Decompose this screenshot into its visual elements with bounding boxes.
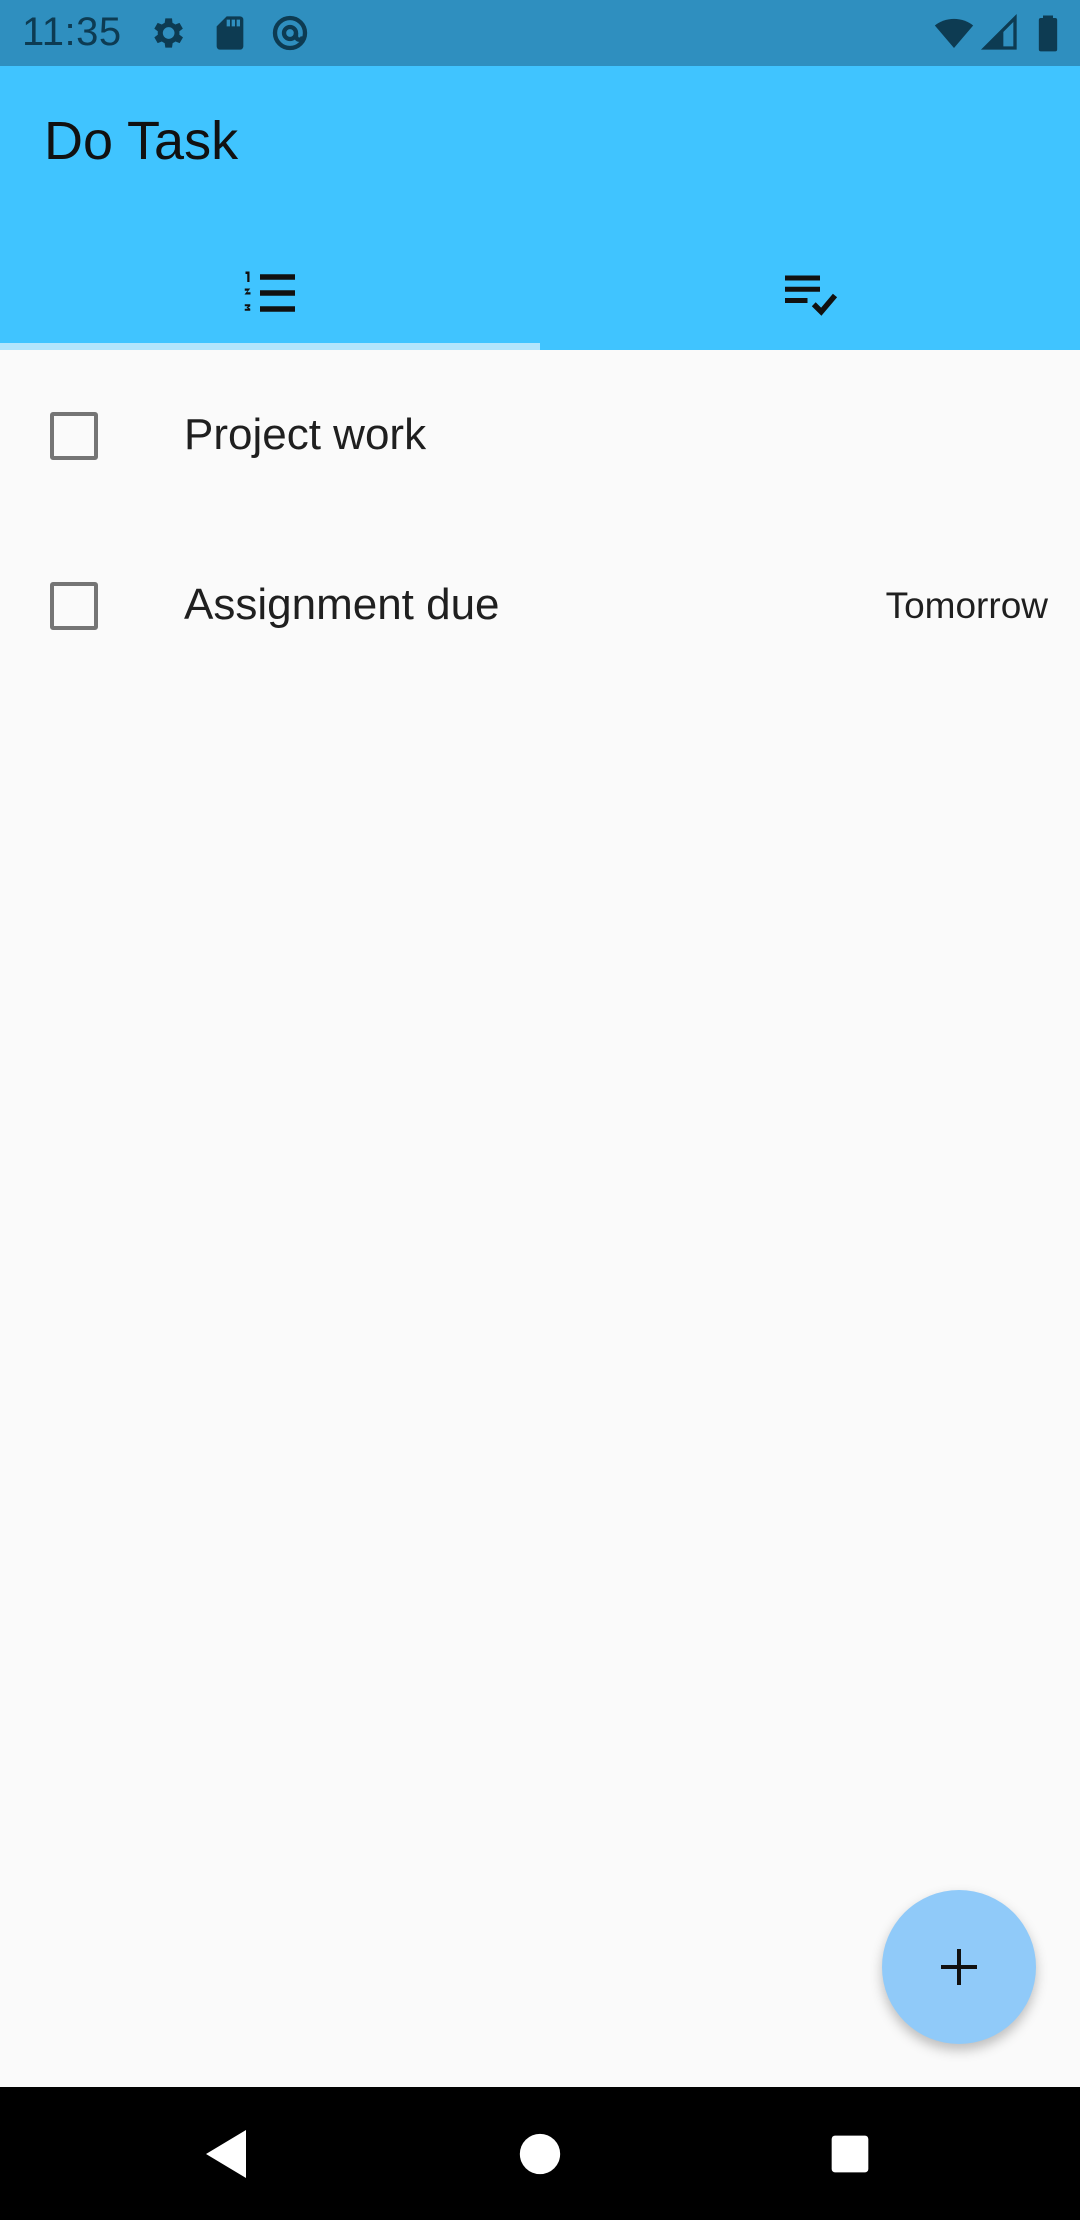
status-bar: 11:35 — [0, 0, 1080, 66]
gear-icon — [154, 18, 183, 48]
system-nav-bar — [0, 2087, 1080, 2220]
playlist-check-icon — [785, 275, 838, 316]
sd-card-icon — [216, 16, 244, 50]
recents-icon — [831, 2135, 869, 2172]
task-title: Assignment due — [184, 580, 500, 629]
app-title: Do Task — [44, 111, 239, 171]
task-checkbox[interactable] — [50, 582, 98, 630]
tab-completed[interactable] — [540, 236, 1080, 350]
at-sign-icon — [272, 15, 308, 51]
home-button[interactable] — [480, 2087, 600, 2220]
tab-indicator — [0, 343, 540, 350]
task-row[interactable]: Assignment due Tomorrow — [0, 520, 1080, 690]
task-checkbox[interactable] — [50, 412, 98, 460]
app-bar: Do Task — [0, 66, 1080, 350]
home-icon — [519, 2133, 561, 2174]
plus-icon — [941, 1949, 977, 1985]
tab-task-list[interactable] — [0, 236, 540, 350]
numbered-list-icon — [244, 271, 295, 312]
back-button[interactable] — [166, 2087, 286, 2220]
wifi-icon — [934, 18, 974, 48]
battery-icon — [1038, 15, 1058, 52]
back-icon — [206, 2129, 246, 2178]
cell-signal-icon — [980, 13, 1017, 50]
recents-button[interactable] — [790, 2087, 910, 2220]
status-time: 11:35 — [22, 10, 122, 54]
task-title: Project work — [184, 410, 427, 459]
add-task-button[interactable] — [882, 1890, 1036, 2044]
task-row[interactable]: Project work — [0, 350, 1080, 520]
task-due: Tomorrow — [885, 585, 1048, 626]
